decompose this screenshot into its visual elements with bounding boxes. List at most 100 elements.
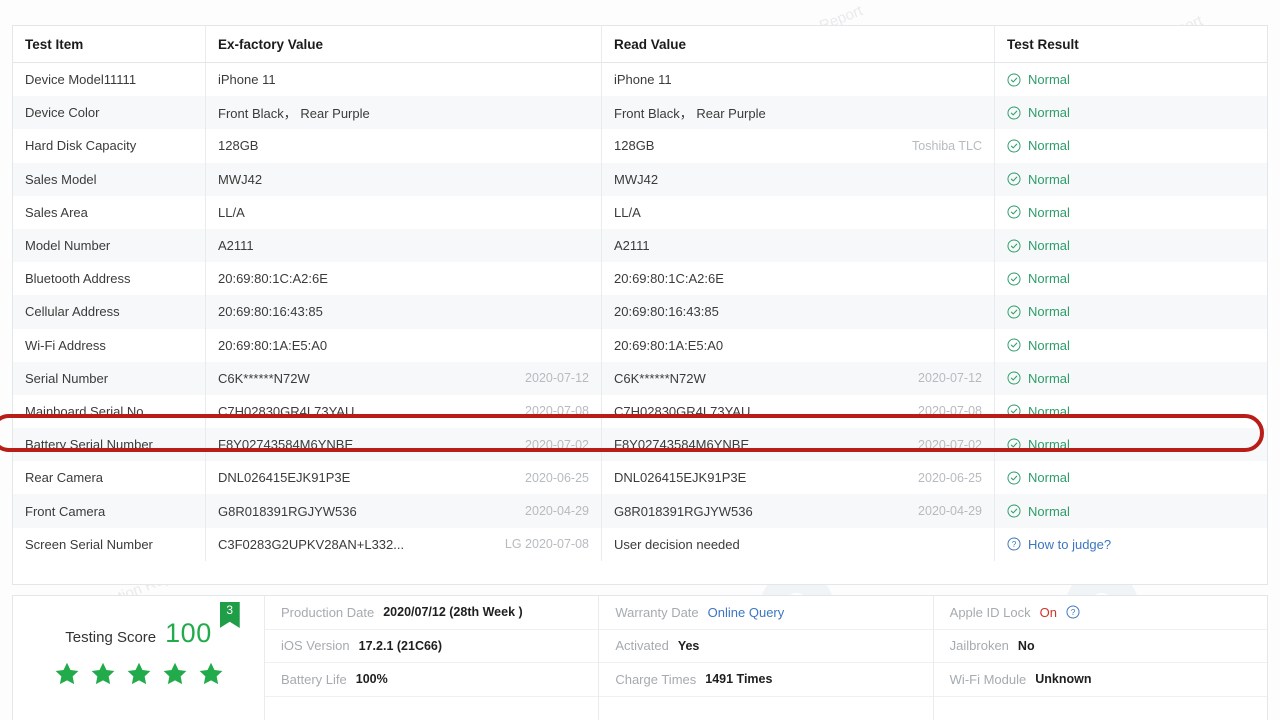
- check-circle-icon: [1007, 205, 1021, 219]
- table-row[interactable]: Wi-Fi Address 20:69:80:1A:E5:A0 20:69:80:1…: [13, 328, 1267, 362]
- table-row[interactable]: Battery Serial Number F8Y02743584M6YNBE 20…: [13, 428, 1267, 462]
- cell-test-result: Normal: [995, 428, 1267, 461]
- cell-test-result: Normal: [995, 262, 1267, 295]
- table-row[interactable]: Sales Area LL/A LL/A Normal: [13, 195, 1267, 229]
- table-row[interactable]: Hard Disk Capacity 128GB 128GB Toshiba TLC N…: [13, 129, 1267, 163]
- result-label: How to judge?: [1028, 536, 1112, 552]
- table-body: Device Model11111 iPhone 11 iPhone 11 Norma…: [13, 63, 1267, 561]
- cell-test-item: Battery Serial Number: [13, 428, 206, 462]
- test-result-status: Normal: [1007, 105, 1070, 120]
- table-row[interactable]: Mainboard Serial No. C7H02830GR4L73YAU 202…: [13, 394, 1267, 429]
- check-circle-icon: [1007, 239, 1021, 253]
- device-info-row: Charge Times 1491 Times: [599, 663, 933, 697]
- cell-test-item: Screen Serial Number: [13, 527, 206, 561]
- result-label: Normal: [1028, 503, 1070, 519]
- help-circle-icon[interactable]: ?: [1066, 605, 1080, 619]
- cell-read-value: 128GB Toshiba TLC: [602, 129, 995, 163]
- info-key: Battery Life: [281, 671, 347, 687]
- cell-meta-text: 2020-07-02: [525, 437, 589, 452]
- check-circle-icon: [1007, 371, 1021, 385]
- device-info-columns: Production Date 2020/07/12 (28th Week ) iO…: [265, 596, 1267, 720]
- cell-ex-factory-value: Front Black， Rear Purple: [206, 96, 602, 130]
- table-row[interactable]: Sales Model MWJ42 MWJ42 Normal: [13, 162, 1267, 196]
- result-label: Normal: [1028, 470, 1070, 486]
- device-info-row-clipped: [599, 697, 932, 720]
- test-result-status: Normal: [1007, 404, 1070, 419]
- info-value: No: [1017, 638, 1035, 653]
- cell-read-value: C7H02830GR4L73YAU 2020-07-08: [602, 394, 995, 429]
- cell-read-value: LL/A: [602, 195, 995, 229]
- cell-test-item: Bluetooth Address: [13, 262, 206, 296]
- table-row[interactable]: Serial Number C6K******N72W 2020-07-12 C6K*…: [13, 361, 1267, 395]
- cell-ex-factory-value: 20:69:80:1C:A2:6E: [206, 262, 602, 296]
- test-result-status: Normal: [1007, 138, 1070, 153]
- device-info-row: Battery Life 100%: [265, 663, 599, 697]
- cell-test-result: Normal: [995, 494, 1267, 527]
- table-row[interactable]: Screen Serial Number C3F0283G2UPKV28AN+L3…: [13, 527, 1267, 561]
- cell-ex-factory-value: MWJ42: [206, 162, 602, 196]
- check-circle-icon: [1007, 106, 1021, 120]
- cell-ex-factory-value: C3F0283G2UPKV28AN+L332... LG 2020-07-08: [206, 527, 602, 561]
- verification-report-page: 3 3 3 3 3 3 3 3 3 www.3u.com www.3u.com …: [0, 0, 1280, 720]
- info-key: iOS Version: [281, 638, 350, 654]
- info-key: Apple ID Lock: [949, 604, 1031, 620]
- table-row[interactable]: Front Camera G8R018391RGJYW536 2020-04-29 G…: [13, 494, 1267, 528]
- cell-test-result: Normal: [995, 163, 1267, 196]
- test-result-status: Normal: [1007, 304, 1070, 319]
- svg-text:?: ?: [1071, 607, 1076, 617]
- cell-test-result: Normal: [995, 461, 1267, 494]
- cell-ex-factory-value: C6K******N72W 2020-07-12: [206, 361, 602, 395]
- info-value[interactable]: Online Query: [708, 605, 785, 620]
- cell-test-item: Serial Number: [13, 361, 206, 395]
- test-result-status: Normal: [1007, 271, 1070, 286]
- cell-test-item: Rear Camera: [13, 461, 206, 495]
- cell-read-value: 20:69:80:1A:E5:A0: [602, 328, 995, 362]
- cell-meta-text: 2020-07-02: [918, 437, 982, 452]
- help-circle-icon[interactable]: ?: [1007, 537, 1021, 551]
- device-info-column: Production Date 2020/07/12 (28th Week ) iO…: [265, 596, 600, 720]
- cell-test-item: Hard Disk Capacity: [13, 129, 206, 163]
- cell-read-value: MWJ42: [602, 162, 995, 196]
- cell-meta-text: 2020-07-12: [918, 371, 982, 386]
- table-row[interactable]: Rear Camera DNL026415EJK91P3E 2020-06-25 DN…: [13, 461, 1267, 495]
- cell-read-value: User decision needed: [602, 527, 995, 561]
- info-value: 2020/07/12 (28th Week ): [383, 605, 523, 620]
- cell-read-value: DNL026415EJK91P3E 2020-06-25: [602, 461, 995, 495]
- test-results-table: Test Item Ex-factory Value Read Value Te…: [12, 25, 1268, 585]
- star-icon: [163, 662, 186, 685]
- test-result-status: Normal: [1007, 172, 1070, 187]
- device-info-column: Apple ID Lock On? Jailbroken No Wi-Fi Module…: [933, 596, 1267, 720]
- cell-test-item: Front Camera: [13, 494, 206, 528]
- how-to-judge-link[interactable]: ? How to judge?: [1007, 537, 1111, 552]
- cell-test-item: Device Model11111: [13, 63, 206, 97]
- check-circle-icon: [1007, 73, 1021, 87]
- cell-read-value: G8R018391RGJYW536 2020-04-29: [602, 494, 995, 528]
- test-result-status: Normal: [1007, 504, 1070, 519]
- cell-test-result: Normal: [995, 96, 1267, 129]
- table-row[interactable]: Cellular Address 20:69:80:16:43:85 20:69:8…: [13, 295, 1267, 329]
- result-label: Normal: [1028, 72, 1070, 88]
- column-header-test-item: Test Item: [13, 26, 206, 62]
- cell-ex-factory-value: 20:69:80:16:43:85: [206, 295, 602, 329]
- cell-read-value: 20:69:80:1C:A2:6E: [602, 262, 995, 296]
- info-key: Production Date: [281, 604, 375, 620]
- table-row[interactable]: Model Number A2111 A2111 Normal: [13, 228, 1267, 263]
- cell-test-result: Normal: [995, 395, 1267, 428]
- cell-read-value: iPhone 11: [602, 63, 995, 97]
- cell-meta-text: 2020-07-12: [525, 371, 589, 386]
- test-result-status: Normal: [1007, 371, 1070, 386]
- score-line: Testing Score 100 3: [65, 602, 240, 649]
- cell-test-item: Model Number: [13, 228, 206, 263]
- table-row[interactable]: Bluetooth Address 20:69:80:1C:A2:6E 20:69:…: [13, 262, 1267, 296]
- check-circle-icon: [1007, 504, 1021, 518]
- cell-ex-factory-value: C7H02830GR4L73YAU 2020-07-08: [206, 394, 602, 429]
- cell-read-value: C6K******N72W 2020-07-12: [602, 361, 995, 395]
- result-label: Normal: [1028, 138, 1070, 154]
- cell-test-result: Normal: [995, 129, 1267, 162]
- star-icon: [55, 662, 78, 685]
- table-row[interactable]: Device Model11111 iPhone 11 iPhone 11 Norma…: [13, 63, 1267, 97]
- device-info-row: Warranty Date Online Query: [599, 596, 933, 630]
- cell-meta-text: 2020-04-29: [918, 504, 982, 519]
- cell-meta-text: 2020-07-08: [525, 404, 589, 419]
- table-row[interactable]: Device Color Front Black， Rear Purple Fron…: [13, 96, 1267, 130]
